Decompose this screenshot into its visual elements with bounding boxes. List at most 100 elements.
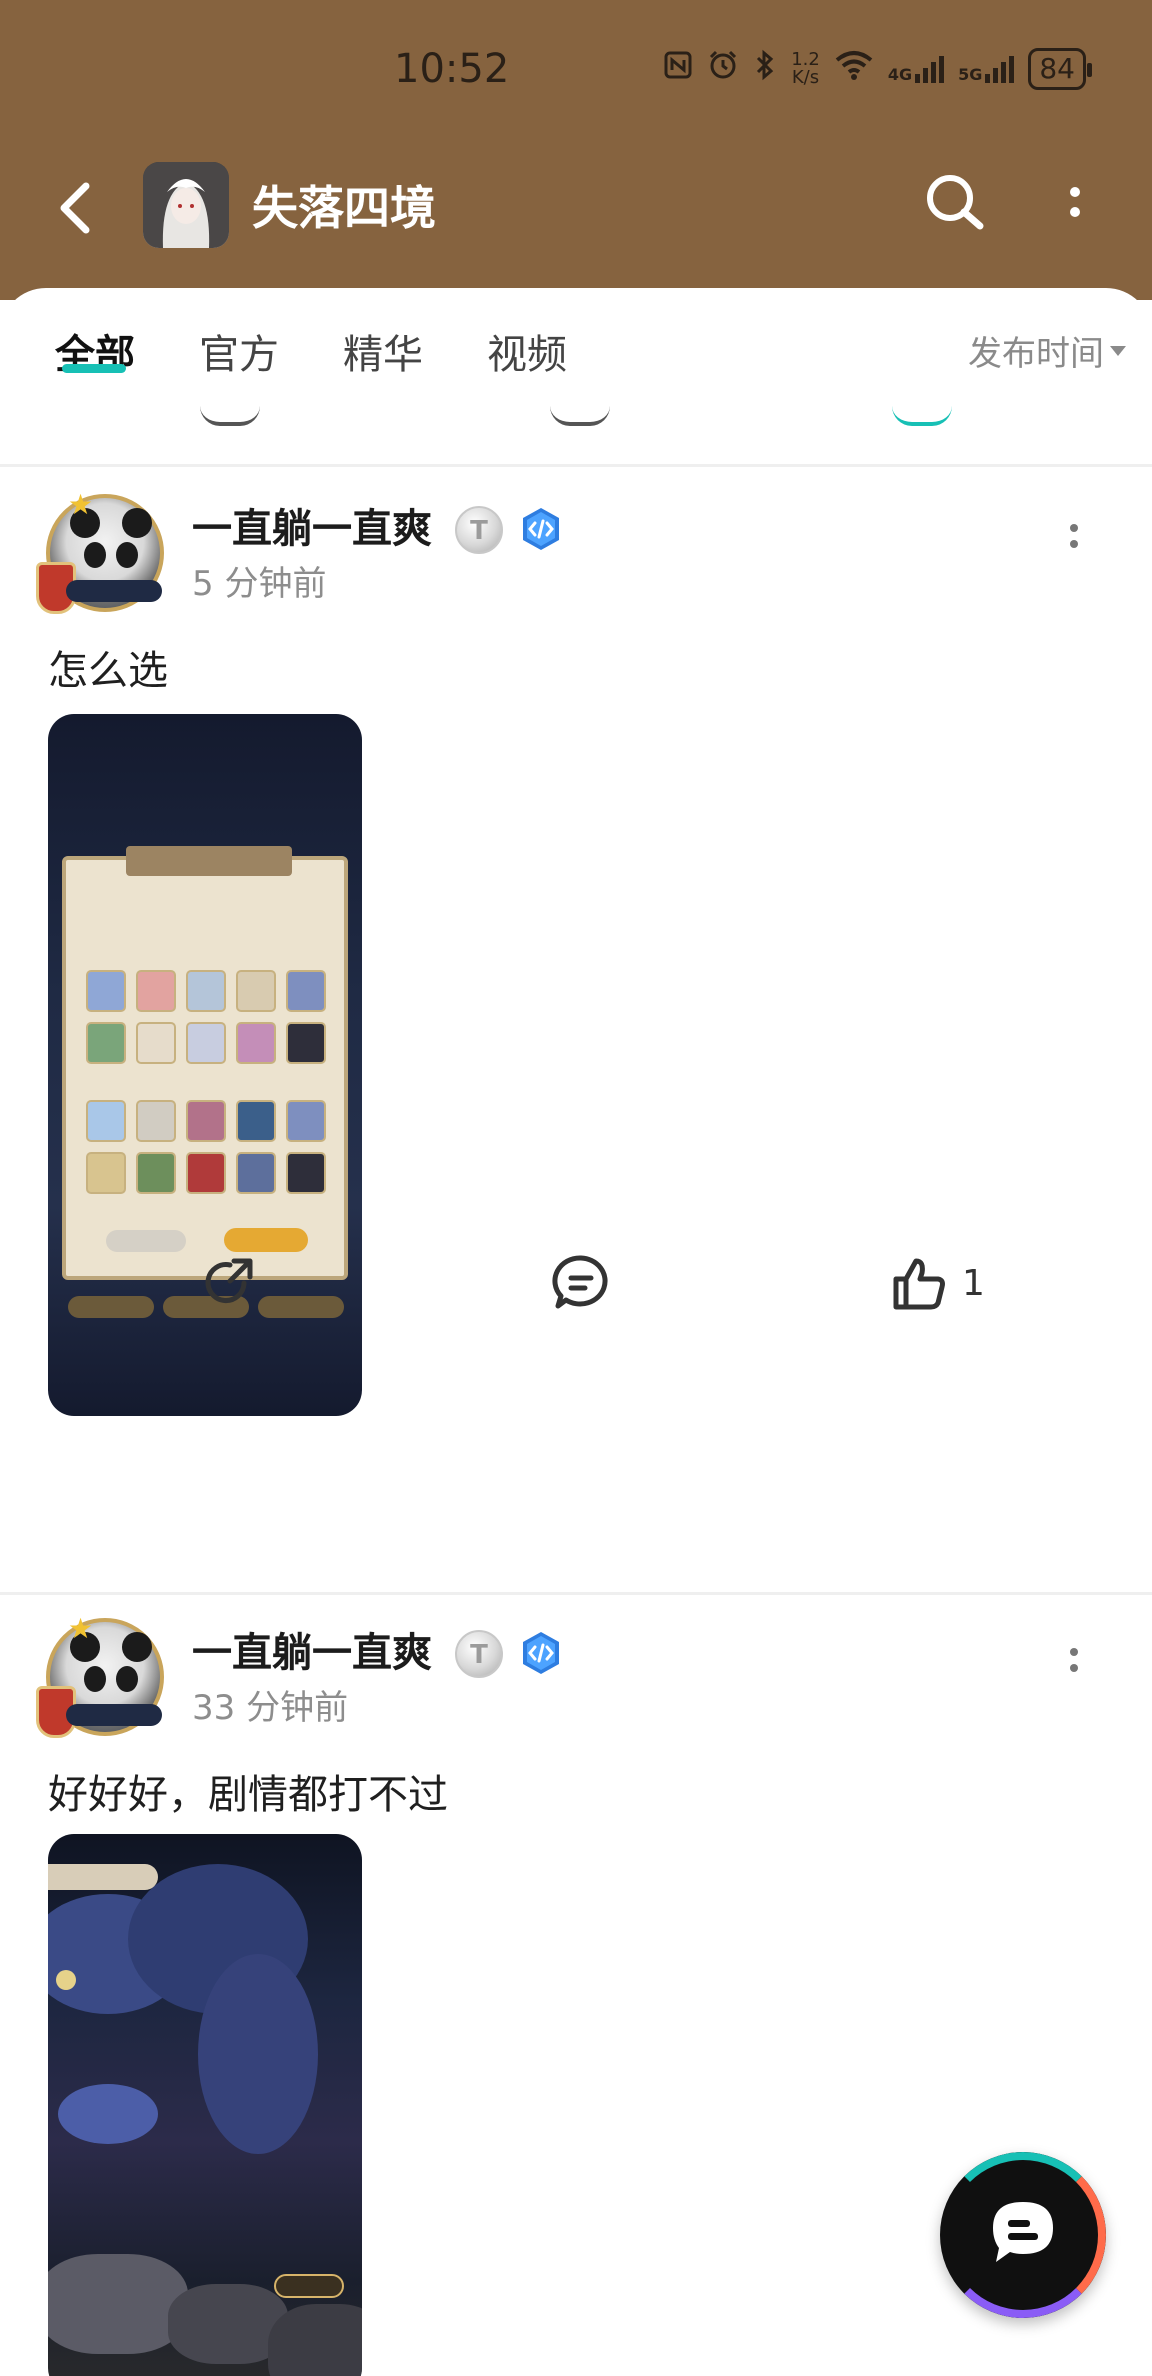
screenshot-grid-bottom xyxy=(86,1100,326,1194)
post-text: 好好好，剧情都打不过 xyxy=(48,1772,448,1818)
grid-cell xyxy=(286,970,326,1012)
avatar-panda-eye-left xyxy=(84,1666,106,1692)
network-speed: 1.2 K/s xyxy=(791,51,820,87)
nfc-icon xyxy=(663,50,693,88)
grid-cell xyxy=(136,1022,176,1064)
like-button[interactable]: 1 xyxy=(888,1238,985,1328)
post-actions: 1 xyxy=(0,1238,1152,1328)
post-image[interactable] xyxy=(48,1834,362,2376)
post-username[interactable]: 一直躺一直爽 xyxy=(192,1620,432,1678)
signal-5g-icon: 5G xyxy=(958,54,1015,84)
tab-bar: 全部 官方 精华 视频 发布时间 xyxy=(0,288,1152,408)
developer-badge-icon xyxy=(518,506,564,552)
nav-bar: 失落四境 xyxy=(0,160,1152,250)
post-text: 怎么选 xyxy=(48,648,168,694)
previous-post-actions-peek xyxy=(0,406,1152,446)
comment-button[interactable] xyxy=(550,1238,612,1328)
top-header: 10:52 1.2 K/s 4G 5G 84 失落四境 xyxy=(0,0,1152,300)
chat-fab-button[interactable] xyxy=(940,2152,1106,2318)
grid-cell xyxy=(136,1152,176,1194)
post-time: 5 分钟前 xyxy=(192,564,327,604)
bluetooth-icon xyxy=(753,49,777,89)
level-badge: T xyxy=(455,1630,503,1678)
alarm-icon xyxy=(707,49,739,89)
post-time: 33 分钟前 xyxy=(192,1688,349,1728)
screenshot-left-arrow xyxy=(56,1970,76,1990)
grid-cell xyxy=(86,1100,126,1142)
star-icon: ★ xyxy=(68,488,94,521)
grid-cell xyxy=(186,1100,226,1142)
grid-cell xyxy=(186,970,226,1012)
avatar[interactable]: ★ xyxy=(36,488,170,614)
grid-cell xyxy=(86,970,126,1012)
back-arrow-icon xyxy=(60,182,90,234)
star-icon: ★ xyxy=(68,1612,94,1645)
developer-badge-icon xyxy=(518,1630,564,1676)
app-icon[interactable] xyxy=(143,162,229,248)
grid-cell xyxy=(236,970,276,1012)
grid-cell xyxy=(286,1152,326,1194)
grid-cell xyxy=(186,1022,226,1064)
search-icon xyxy=(927,175,984,230)
avatar-panda-eye-right xyxy=(116,542,138,568)
status-bar: 10:52 1.2 K/s 4G 5G 84 xyxy=(0,40,1152,100)
screenshot-shape xyxy=(268,2304,362,2376)
grid-cell xyxy=(86,1022,126,1064)
status-icons: 1.2 K/s 4G 5G 84 xyxy=(663,48,1092,90)
back-button[interactable] xyxy=(52,178,102,238)
share-button[interactable] xyxy=(200,1238,260,1328)
like-count: 1 xyxy=(962,1262,985,1304)
screenshot-label-bar xyxy=(48,1864,158,1890)
caret-down-icon xyxy=(1110,345,1126,356)
more-vertical-icon xyxy=(1070,524,1078,548)
post-more-button[interactable] xyxy=(1066,516,1082,556)
avatar-panda-eye-right xyxy=(116,1666,138,1692)
thumbs-up-icon xyxy=(893,1258,945,1310)
post-username[interactable]: 一直躺一直爽 xyxy=(192,496,432,554)
tab-featured[interactable]: 精华 xyxy=(343,322,423,380)
sort-dropdown[interactable]: 发布时间 xyxy=(968,326,1126,375)
more-vertical-icon xyxy=(1070,187,1080,217)
tab-video[interactable]: 视频 xyxy=(487,322,567,380)
network-speed-unit: K/s xyxy=(791,67,820,88)
search-button[interactable] xyxy=(920,168,990,238)
wifi-icon xyxy=(834,49,874,89)
post-more-button[interactable] xyxy=(1066,1640,1082,1680)
page-title: 失落四境 xyxy=(252,181,436,235)
grid-cell xyxy=(236,1022,276,1064)
screenshot-shape xyxy=(58,2084,158,2144)
screenshot-grid-top xyxy=(86,970,326,1064)
share-icon xyxy=(205,1258,253,1304)
feed-panel: 全部 官方 精华 视频 发布时间 ★ 一直躺一直爽 T 5 分钟前 怎么选 1 … xyxy=(0,288,1152,2376)
avatar-panda-eye-left xyxy=(84,542,106,568)
more-button[interactable] xyxy=(1060,174,1090,234)
avatar-panda-ear-right xyxy=(122,1632,152,1662)
signal-4g-label: 4G xyxy=(887,65,913,84)
tab-active-indicator xyxy=(62,364,126,373)
grid-cell xyxy=(136,970,176,1012)
level-badge: T xyxy=(455,506,503,554)
screenshot-shape xyxy=(48,2254,188,2354)
sort-label: 发布时间 xyxy=(968,334,1104,374)
screenshot-dialog-title xyxy=(126,846,292,876)
battery-indicator: 84 xyxy=(1028,48,1092,90)
share-icon xyxy=(200,406,260,426)
chat-bubble-icon xyxy=(993,2202,1053,2262)
grid-cell xyxy=(286,1022,326,1064)
divider xyxy=(0,1592,1152,1595)
status-time: 10:52 xyxy=(394,46,510,92)
tab-official[interactable]: 官方 xyxy=(199,322,279,380)
post-card[interactable]: ★ 一直躺一直爽 T 5 分钟前 怎么选 1 xyxy=(0,468,1152,1416)
signal-5g-label: 5G xyxy=(958,65,983,84)
avatar[interactable]: ★ xyxy=(36,1612,170,1738)
grid-cell xyxy=(86,1152,126,1194)
grid-cell xyxy=(236,1100,276,1142)
avatar-ribbon xyxy=(66,580,162,602)
comment-icon xyxy=(552,1255,608,1309)
more-vertical-icon xyxy=(1070,1648,1078,1672)
grid-cell xyxy=(186,1152,226,1194)
screenshot-shape xyxy=(198,1954,318,2154)
avatar-panda-ear-right xyxy=(122,508,152,538)
grid-cell xyxy=(236,1152,276,1194)
avatar-ribbon xyxy=(66,1704,162,1726)
